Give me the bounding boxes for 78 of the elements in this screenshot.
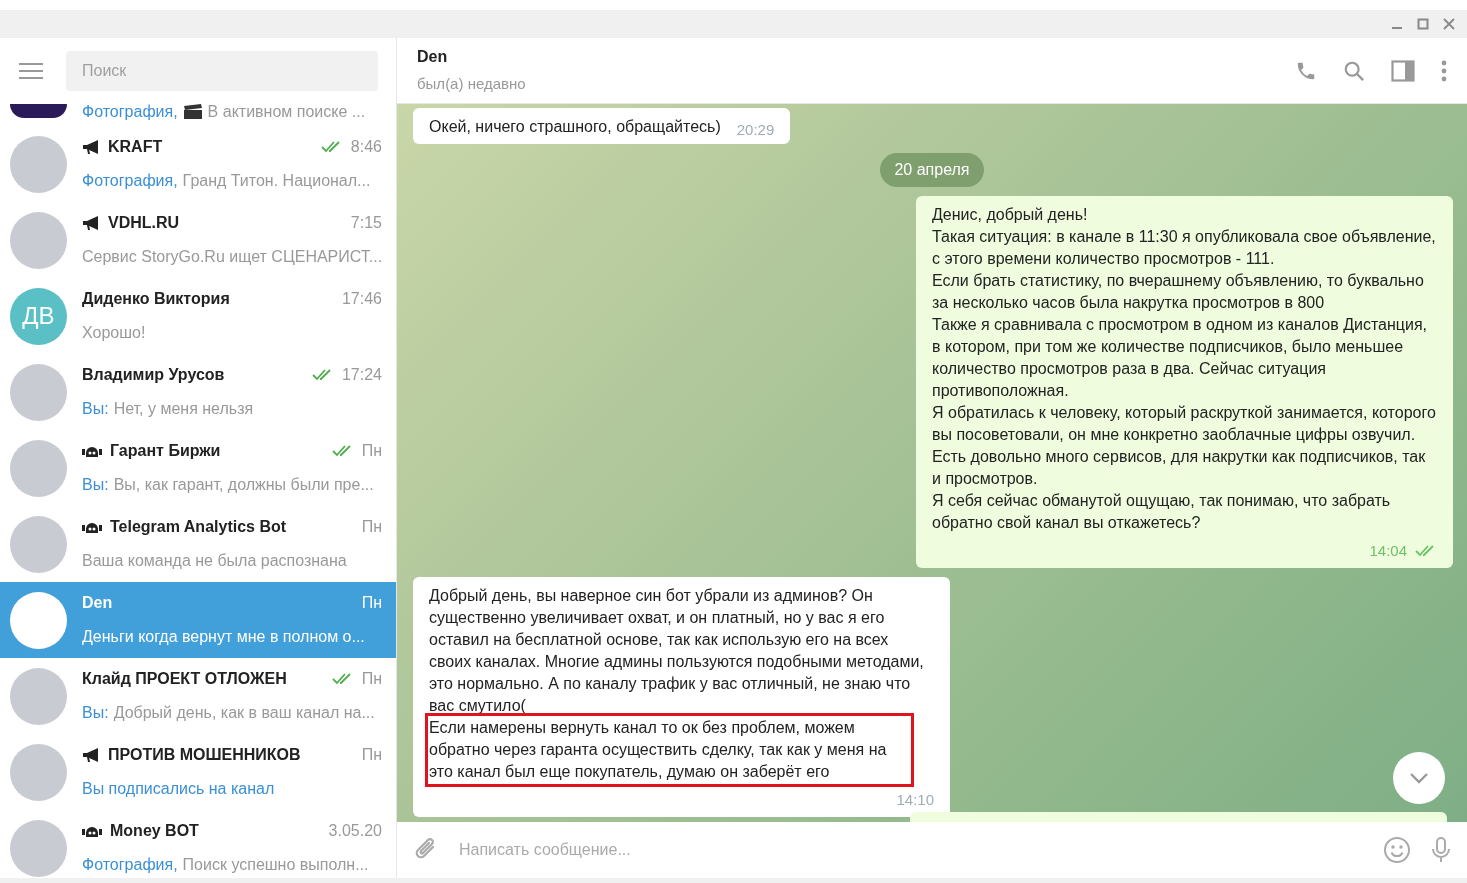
- microphone-icon[interactable]: [1431, 836, 1451, 864]
- contact-name: Den: [417, 47, 449, 68]
- message-time: 14:04: [1369, 541, 1407, 561]
- chat-time: 3.05.20: [328, 821, 382, 841]
- sender-label: Вы:: [82, 703, 109, 723]
- sender-label: Вы:: [82, 399, 109, 419]
- scroll-down-button[interactable]: [1393, 752, 1445, 804]
- media-label: Фотография,: [82, 104, 178, 122]
- avatar-photo-placeholder: [10, 819, 67, 877]
- message-preview: Ваша команда не была распознана: [82, 551, 347, 571]
- megaphone-icon: [82, 139, 100, 155]
- message-preview: Хорошо!: [82, 323, 146, 343]
- close-icon[interactable]: [1443, 18, 1455, 30]
- megaphone-icon: [82, 747, 100, 763]
- contact-status: был(а) недавно: [417, 74, 527, 95]
- chat-name: Гарант Биржи: [110, 441, 221, 461]
- avatar-photo-placeholder: [10, 363, 67, 421]
- message-preview: Добрый день, как в ваш канал на...: [113, 703, 375, 723]
- message-text: Если брать статистику, по вчерашнему объявлению, то буквально за несколько часов была накрутка просмотров в 800: [932, 271, 1425, 313]
- message-text: Также я сравнивала с просмотром в одном из каналов Дистанция, в котором, при том же количестве подписчиков, было меньшее количество просмотров раза в два. Сейчас ситуация противоположная.: [932, 315, 1429, 401]
- avatar-photo-placeholder: [10, 211, 67, 269]
- avatar-photo-placeholder: [10, 591, 67, 649]
- message-input[interactable]: Написать сообщение...: [459, 838, 1363, 862]
- avatar-photo-placeholder: [10, 104, 67, 118]
- chevron-down-icon: [1409, 772, 1429, 784]
- menu-icon[interactable]: [18, 62, 44, 80]
- emoji-icon[interactable]: [1383, 836, 1411, 864]
- chat-name: VDHL.RU: [108, 213, 180, 233]
- sidebar-toggle-icon[interactable]: [1391, 59, 1415, 82]
- message-preview: В активном поиске ...: [207, 104, 366, 122]
- message-text: Я обратилась к человеку, который раскруткой занимается, которого вы посоветовали, он мне конкретно заоблачные цифры озвучил.: [932, 403, 1437, 445]
- chat-name: Telegram Analytics Bot: [110, 517, 287, 537]
- chat-time: 17:46: [341, 289, 382, 309]
- chat-time: Пн: [361, 745, 382, 765]
- chat-time: Пн: [361, 669, 382, 689]
- media-label: Вы подписались на канал: [82, 779, 275, 799]
- search-field[interactable]: Поиск: [66, 51, 378, 91]
- message-preview: Поиск успешно выполн...: [182, 855, 369, 875]
- message-text: Я себя сейчас обманутой ощущаю, так понимаю, что забрать обратно свой канал вы откажетесь?: [932, 491, 1392, 533]
- chat-time: Пн: [361, 517, 382, 537]
- media-label: Фотография,: [82, 855, 178, 875]
- message-preview: Деньги когда вернут мне в полном о...: [82, 627, 365, 647]
- chat-name: ПРОТИВ МОШЕННИКОВ: [108, 745, 301, 765]
- message-text: Окей, ничего страшного, обращайтесь): [429, 118, 721, 135]
- chat-name: Диденко Виктория: [82, 289, 230, 309]
- message-text: Есть довольно много сервисов, для накрутки как подписчиков, так и просмотров.: [932, 447, 1427, 489]
- more-icon[interactable]: [1441, 59, 1447, 82]
- message-time: 20:29: [736, 120, 775, 140]
- chat-name: Владимир Урусов: [82, 365, 225, 385]
- chat-time: 17:24: [341, 365, 382, 385]
- message-preview: Нет, у меня нельзя: [113, 399, 254, 419]
- message-preview: Гранд Титон. Национал...: [182, 171, 371, 191]
- avatar-photo-placeholder: [10, 667, 67, 725]
- message-text: Такая ситуация: в канале в 11:30 я опубликовала свое объявление, с этого времени количество просмотров - 111.: [932, 227, 1437, 269]
- chat-time: 8:46: [350, 137, 382, 157]
- chat-name: Den: [82, 593, 113, 613]
- megaphone-icon: [82, 215, 100, 231]
- message-text: Денис, добрый день!: [932, 205, 1089, 225]
- search-icon[interactable]: [1343, 59, 1365, 82]
- message-preview: Вы, как гарант, должны были пре...: [113, 475, 374, 495]
- message-time: 14:10: [896, 790, 934, 810]
- avatar: ДВ: [10, 287, 67, 345]
- avatar-photo-placeholder: [10, 743, 67, 801]
- chat-name: Клайд ПРОЕКТ ОТЛОЖЕН: [82, 669, 287, 689]
- message-preview: Сервис StoryGo.Ru ищет СЦЕНАРИСТ...: [82, 247, 382, 267]
- sender-label: Вы:: [82, 475, 109, 495]
- avatar-photo-placeholder: [10, 439, 67, 497]
- chat-time: Пн: [361, 441, 382, 461]
- date-pill: 20 апреля: [880, 153, 984, 187]
- chat-name: Money BOT: [110, 821, 199, 841]
- chat-name: KRAFT: [108, 137, 163, 157]
- chat-time: 7:15: [350, 213, 382, 233]
- chat-time: Пн: [361, 593, 382, 613]
- media-label: Фотография,: [82, 171, 178, 191]
- avatar-photo-placeholder: [10, 135, 67, 193]
- maximize-icon[interactable]: [1417, 18, 1429, 30]
- message-text: Добрый день, вы наверное син бот убрали из админов? Он существенно увеличивает охват, и он платный, но у вас я его оставил на бесплатной основе, так как использую его на всех своих каналах. Многие админы пользуются подобными методами, это нормально. А по каналу трафик у вас отличный, не знаю что вас смутило(: [429, 586, 925, 716]
- avatar-photo-placeholder: [10, 515, 67, 573]
